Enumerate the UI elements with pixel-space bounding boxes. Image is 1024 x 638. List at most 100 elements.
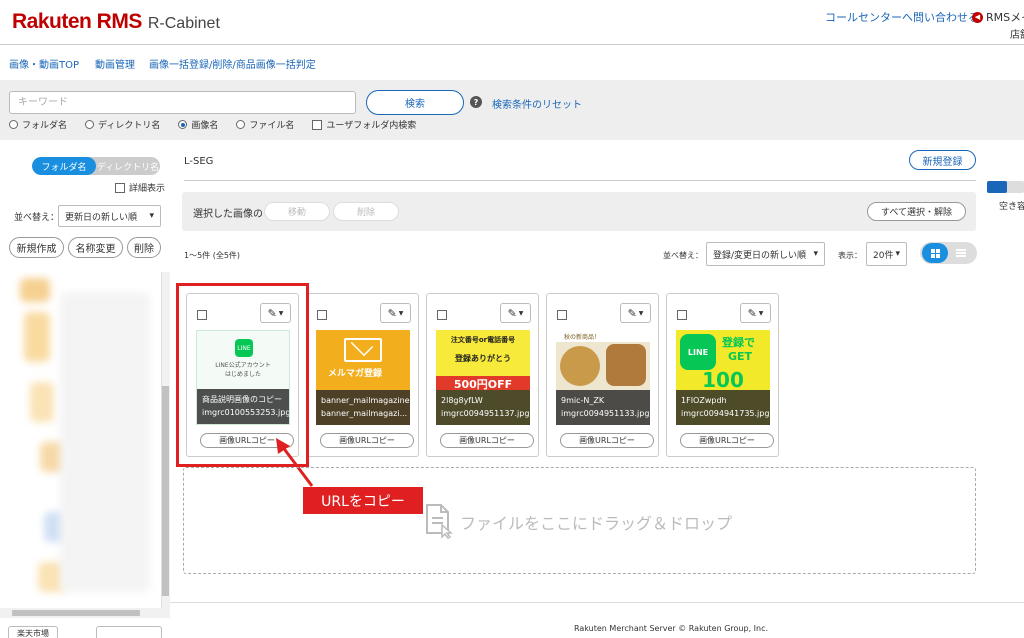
move-button[interactable]: 移動 [264, 202, 330, 221]
copy-url-button[interactable]: 画像URLコピー [440, 433, 534, 448]
image-select-checkbox[interactable] [437, 310, 447, 320]
thumb-line: GET [728, 350, 753, 363]
image-caption: 2l8g8yfLW imgrc0094951137.jpg [436, 390, 530, 425]
toggle-folder-name[interactable]: フォルダ名 [32, 157, 96, 175]
radio-folder-name[interactable] [9, 120, 18, 129]
image-thumbnail[interactable]: LINE 登録で GET 100 1FIOZwpdh imgrc00949417… [676, 330, 770, 425]
detail-view-label: 詳細表示 [129, 184, 166, 194]
image-card[interactable]: ✎ ▼ LINE 登録で GET 100 1FIOZwpdh imgrc00949… [666, 293, 779, 457]
store-label[interactable]: 店舗 [1010, 26, 1024, 41]
search-reset-link[interactable]: 検索条件のリセット [492, 96, 582, 111]
nav-bulk-image[interactable]: 画像一括登録/削除/商品画像一括判定 [149, 56, 316, 71]
edit-menu-button[interactable]: ✎ ▼ [620, 303, 651, 323]
select-all-button[interactable]: すべて選択・解除 [867, 202, 966, 221]
image-file-name: imgrc0094951133.jpg [561, 409, 650, 418]
image-thumbnail[interactable]: 秋の新商品！ 9mic-N_ZK imgrc0094951133.jpg [556, 330, 650, 425]
detail-view-option[interactable]: 詳細表示 [115, 181, 165, 194]
search-input[interactable] [9, 91, 356, 114]
food-photo [606, 344, 646, 386]
main-divider [184, 180, 976, 181]
new-folder-button[interactable]: 新規作成 [9, 237, 64, 258]
per-page-select[interactable]: 20件 ▾ [866, 242, 907, 266]
thumb-line: 登録で [722, 336, 755, 349]
nav-image-top[interactable]: 画像・動画TOP [9, 56, 79, 71]
image-file-name: imgrc0094951137.jpg [441, 409, 530, 418]
envelope-icon [344, 333, 382, 362]
option-image-name[interactable]: 画像名 [178, 118, 218, 131]
radio-file-name[interactable] [236, 120, 246, 129]
rakuten-market-button[interactable]: 楽天市場 [8, 626, 58, 638]
thumb-line: 500円OFF [436, 376, 530, 391]
chevron-down-icon: ▼ [398, 309, 404, 317]
sidebar-bottom-select[interactable] [96, 626, 162, 638]
sidebar-sort-select[interactable]: 更新日の新しい順 ▾ [58, 205, 161, 227]
radio-image-name[interactable] [178, 120, 188, 129]
copy-url-button[interactable]: 画像URLコピー [680, 433, 774, 448]
folder-tree[interactable] [0, 272, 161, 608]
copy-url-button[interactable]: 画像URLコピー [560, 433, 654, 448]
image-caption: banner_mailmagazine banner_mailmagazi... [316, 390, 410, 425]
image-name: 1FIOZwpdh [681, 396, 727, 405]
pencil-icon: ✎ [747, 306, 757, 320]
selected-images-label: 選択した画像の [193, 209, 263, 220]
option-file-name[interactable]: ファイル名 [236, 118, 294, 131]
view-mode-toggle [920, 242, 977, 264]
image-select-checkbox[interactable] [677, 310, 687, 320]
blurred-folder [20, 278, 50, 302]
footer-copyright: Rakuten Merchant Server © Rakuten Group,… [574, 624, 769, 633]
option-label: ユーザフォルダ内検索 [326, 121, 417, 131]
brand-name: Rakuten RMS [12, 10, 142, 33]
edit-menu-button[interactable]: ✎ ▼ [380, 303, 411, 323]
food-photo [560, 346, 600, 386]
image-sort-select[interactable]: 登録/変更日の新しい順 ▾ [706, 242, 825, 266]
option-directory-name[interactable]: ディレクトリ名 [85, 118, 160, 131]
dropdown-caret-icon: ▾ [895, 249, 900, 259]
image-select-checkbox[interactable] [557, 310, 567, 320]
tree-hscroll-thumb[interactable] [12, 610, 140, 616]
option-folder-name[interactable]: フォルダ名 [9, 118, 67, 131]
callcenter-link[interactable]: コールセンターへ問い合わせる [825, 9, 979, 25]
help-icon[interactable]: ? [470, 96, 482, 108]
option-label: 画像名 [191, 121, 219, 131]
delete-selected-button[interactable]: 削除 [333, 202, 399, 221]
image-sort-value: 登録/変更日の新しい順 [713, 250, 807, 261]
rename-folder-button[interactable]: 名称変更 [68, 237, 123, 258]
product-name: R-Cabinet [147, 15, 220, 32]
edit-menu-button[interactable]: ✎ ▼ [740, 303, 771, 323]
image-file-name: imgrc0094941735.jpg [681, 409, 770, 418]
copy-url-button[interactable]: 画像URLコピー [320, 433, 414, 448]
checkbox-user-folder-search[interactable] [312, 119, 323, 130]
image-card[interactable]: ✎ ▼ メルマガ登録 banner_mailmagazine banner_mai… [306, 293, 419, 457]
blurred-folder [24, 312, 50, 362]
image-select-checkbox[interactable] [317, 310, 327, 320]
image-card[interactable]: ✎ ▼ 注文番号or電話番号 登録ありがとう 500円OFF 2l8g8yfLW … [426, 293, 539, 457]
list-view-icon[interactable] [948, 243, 974, 263]
image-card[interactable]: ✎ ▼ 秋の新商品！ 9mic-N_ZK imgrc0094951133.jpg … [546, 293, 659, 457]
delete-folder-button[interactable]: 削除 [127, 237, 161, 258]
option-user-folder-search[interactable]: ユーザフォルダ内検索 [312, 118, 416, 131]
nav-video-management[interactable]: 動画管理 [95, 56, 135, 71]
grid-view-icon[interactable] [922, 243, 948, 263]
dropdown-caret-icon: ▾ [813, 249, 818, 259]
image-thumbnail[interactable]: メルマガ登録 banner_mailmagazine banner_mailma… [316, 330, 410, 425]
image-name: 9mic-N_ZK [561, 396, 605, 405]
toggle-directory-name[interactable]: ディレクトリ名 [96, 157, 160, 175]
rms-link-label: RMSメイ [986, 11, 1024, 24]
image-sort-label: 並べ替え： [663, 251, 703, 260]
image-caption: 1FIOZwpdh imgrc0094941735.jpg [676, 390, 770, 425]
detail-view-checkbox[interactable] [115, 182, 125, 193]
footer-divider [170, 602, 1024, 603]
image-caption: 9mic-N_ZK imgrc0094951133.jpg [556, 390, 650, 425]
edit-menu-button[interactable]: ✎ ▼ [500, 303, 531, 323]
url-copy-callout: URLをコピー [303, 487, 423, 514]
new-register-button[interactable]: 新規登録 [909, 150, 976, 170]
tree-scroll-thumb[interactable] [162, 386, 169, 596]
radio-directory-name[interactable] [85, 120, 95, 129]
folder-directory-toggle: フォルダ名 ディレクトリ名 [32, 157, 160, 175]
image-name: banner_mailmagazine [321, 396, 410, 405]
chevron-down-icon: ▼ [518, 309, 524, 317]
search-button[interactable]: 検索 [366, 90, 464, 115]
rms-main-link[interactable]: ◀ RMSメイ [972, 9, 1024, 25]
thumb-line: メルマガ登録 [328, 369, 383, 379]
image-thumbnail[interactable]: 注文番号or電話番号 登録ありがとう 500円OFF 2l8g8yfLW img… [436, 330, 530, 425]
